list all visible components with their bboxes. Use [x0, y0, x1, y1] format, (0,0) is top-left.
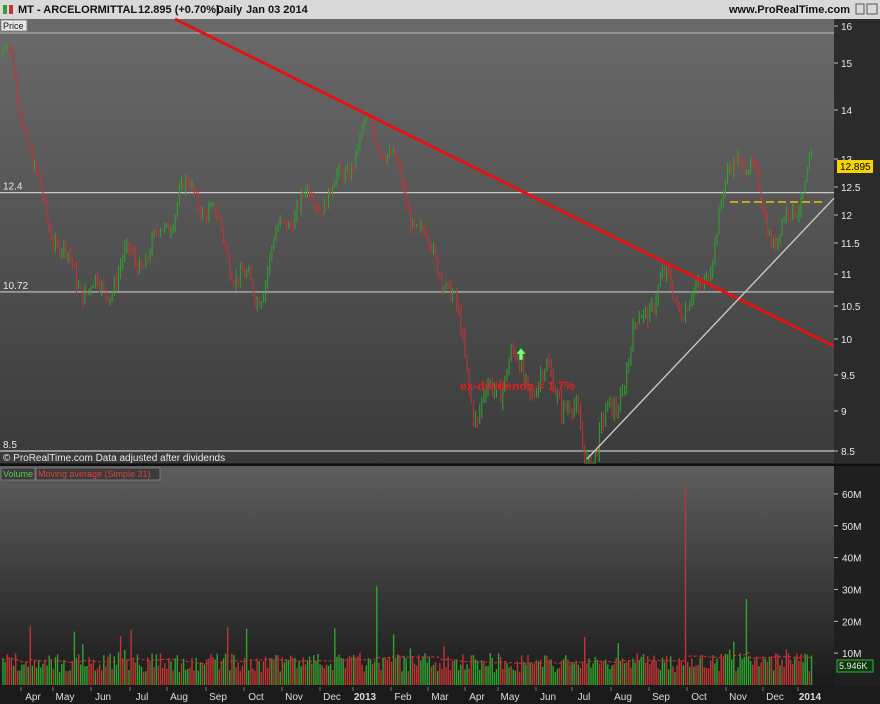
time-tick-label: Dec	[323, 692, 341, 703]
chart-stage: MT - ARCELORMITTAL 12.895 (+0.70%) Daily…	[0, 0, 880, 704]
price-tick-label: 16	[841, 22, 853, 33]
time-tick-label: Jun	[540, 692, 556, 703]
volume-tick-label: 20M	[842, 617, 861, 628]
volume-tick-label: 50M	[842, 522, 861, 533]
header-down-icon	[9, 5, 13, 14]
volume-tick-label: 40M	[842, 554, 861, 565]
header-date: Jan 03 2014	[246, 4, 309, 16]
time-tick-label: Aug	[170, 692, 188, 703]
time-tick-label: Jul	[136, 692, 149, 703]
price-tick-label: 15	[841, 59, 853, 70]
price-tick-label: 12	[841, 211, 853, 222]
price-tick-label: 10.5	[841, 302, 861, 313]
dividend-annotation: ex-dividendo = 1.7%	[460, 379, 575, 393]
last-price-text: 12.895	[840, 162, 871, 173]
time-tick-label: Nov	[285, 692, 303, 703]
volume-tick-label: 30M	[842, 585, 861, 596]
time-tick-label: Aug	[614, 692, 632, 703]
time-tick-label: Feb	[394, 692, 412, 703]
price-tick-label: 11.5	[841, 239, 860, 250]
header-period: Daily	[216, 4, 243, 16]
time-tick-label: Sep	[652, 692, 670, 703]
time-tick-label: May	[501, 692, 520, 703]
time-tick-label: Jul	[578, 692, 591, 703]
header-up-icon	[3, 5, 7, 14]
last-volume-text: 5.946K	[839, 661, 868, 671]
price-tick-label: 10	[841, 335, 853, 346]
price-tick-label: 12.5	[841, 183, 861, 194]
time-tick-label: Oct	[248, 692, 264, 703]
time-tick-label: Apr	[469, 692, 485, 703]
footnote: © ProRealTime.com Data adjusted after di…	[3, 453, 225, 464]
time-tick-label: 2014	[799, 692, 822, 703]
time-tick-label: Oct	[691, 692, 707, 703]
ma-label: Moving average (Simple 31)	[38, 469, 151, 479]
price-tick-label: 9	[841, 407, 847, 418]
price-tick-label: 11	[841, 270, 852, 281]
volume-tick-label: 60M	[842, 490, 861, 501]
time-tick-label: May	[56, 692, 75, 703]
price-tick-label: 9.5	[841, 371, 855, 382]
price-tick-label: 8.5	[841, 447, 855, 458]
time-tick-label: 2013	[354, 692, 377, 703]
price-tick-label: 14	[841, 106, 853, 117]
time-tick-label: Jun	[95, 692, 111, 703]
volume-tick-label: 10M	[842, 649, 861, 660]
header-site: www.ProRealTime.com	[728, 4, 850, 16]
level-label: 10.72	[3, 281, 28, 292]
price-label: Price	[3, 21, 24, 31]
level-label: 8.5	[3, 440, 17, 451]
chart-svg: MT - ARCELORMITTAL 12.895 (+0.70%) Daily…	[0, 0, 880, 704]
level-label: 12.4	[3, 182, 23, 193]
time-tick-label: Nov	[729, 692, 747, 703]
time-tick-label: Sep	[209, 692, 227, 703]
volume-label: Volume	[3, 469, 33, 479]
time-tick-label: Apr	[25, 692, 41, 703]
header-symbol: MT - ARCELORMITTAL	[18, 4, 137, 16]
time-tick-label: Dec	[766, 692, 784, 703]
header-quote: 12.895 (+0.70%)	[138, 4, 220, 16]
time-tick-label: Mar	[431, 692, 449, 703]
